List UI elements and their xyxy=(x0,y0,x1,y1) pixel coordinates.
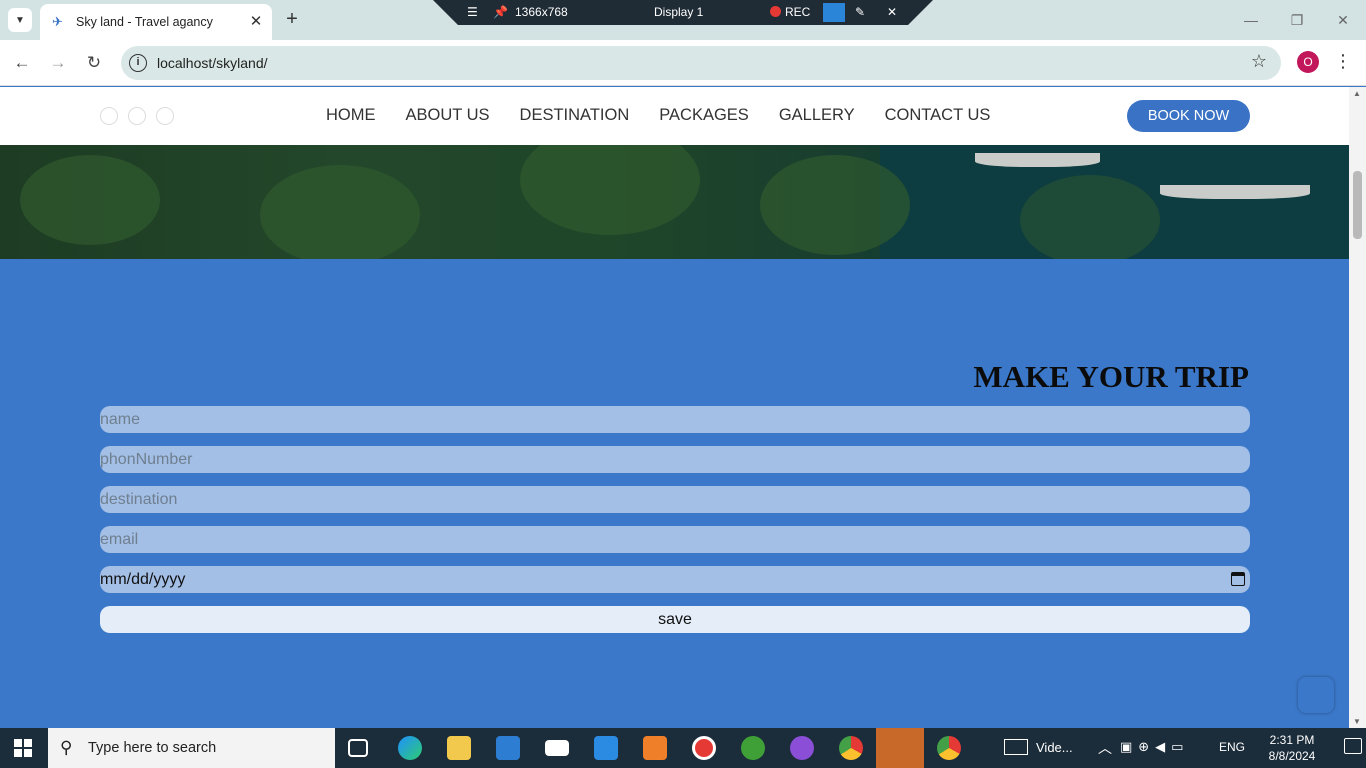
nav-contact-us[interactable]: CONTACT US xyxy=(885,106,991,125)
pencil-icon[interactable]: ✎ xyxy=(855,5,865,19)
xampp-icon[interactable] xyxy=(643,736,667,760)
task-view-icon[interactable] xyxy=(348,739,368,757)
hero-foliage xyxy=(260,165,420,259)
pin-icon[interactable]: 📌 xyxy=(493,5,508,19)
profile-avatar[interactable]: O xyxy=(1297,51,1319,73)
chrome-profile-icon[interactable] xyxy=(937,736,961,760)
recorder-display[interactable]: Display 1 xyxy=(654,5,703,19)
calendar-icon[interactable] xyxy=(1231,572,1245,586)
store-icon[interactable] xyxy=(496,736,520,760)
address-bar[interactable]: i localhost/skyland/ ☆ xyxy=(121,46,1281,80)
date-placeholder: mm/dd/yyyy xyxy=(100,571,186,588)
taskbar-search-placeholder: Type here to search xyxy=(88,740,217,756)
plane-favicon-icon: ✈ xyxy=(52,14,63,29)
hero-image xyxy=(0,145,1349,259)
page-scrollbar[interactable]: ▲ ▼ xyxy=(1349,87,1366,728)
floating-action-button[interactable] xyxy=(1298,677,1334,713)
main-nav: HOME ABOUT US DESTINATION PACKAGES GALLE… xyxy=(326,106,1020,125)
restore-button[interactable]: ❐ xyxy=(1274,0,1320,40)
destination-input[interactable]: destination xyxy=(100,486,1250,513)
save-button[interactable]: save xyxy=(100,606,1250,633)
hero-foliage xyxy=(760,155,910,255)
record-label: REC xyxy=(785,5,811,19)
hero-foliage xyxy=(1020,175,1160,259)
record-indicator[interactable]: REC xyxy=(770,5,810,19)
clock-date: 8/8/2024 xyxy=(1268,749,1316,763)
taskbar: ⚲ Type here to search Vide... ︿ ▣⊕◀▭ ENG… xyxy=(0,728,1366,768)
language-indicator[interactable]: ENG xyxy=(1219,740,1245,754)
social-circle-icon[interactable] xyxy=(128,107,146,125)
nav-destination[interactable]: DESTINATION xyxy=(520,106,630,125)
mongodb-icon[interactable] xyxy=(741,736,765,760)
edge-icon[interactable] xyxy=(398,736,422,760)
system-status-icons[interactable]: ▣⊕◀▭ xyxy=(1120,739,1189,755)
hero-foliage xyxy=(520,145,700,235)
social-circle-icon[interactable] xyxy=(156,107,174,125)
scroll-up-arrow-icon[interactable]: ▲ xyxy=(1353,89,1361,98)
scrollbar-thumb[interactable] xyxy=(1353,171,1362,239)
browser-tab[interactable]: ✈ Sky land - Travel agancy ✕ xyxy=(40,4,272,40)
site-info-icon[interactable]: i xyxy=(129,54,147,72)
file-explorer-icon[interactable] xyxy=(447,736,471,760)
record-dot-icon xyxy=(770,6,781,17)
hero-boat xyxy=(1160,185,1310,199)
tab-title: Sky land - Travel agancy xyxy=(76,15,213,29)
scroll-down-arrow-icon[interactable]: ▼ xyxy=(1353,717,1361,726)
book-now-button[interactable]: BOOK NOW xyxy=(1127,100,1250,132)
camera-icon[interactable] xyxy=(823,3,845,22)
phone-input[interactable]: phonNumber xyxy=(100,446,1250,473)
name-input[interactable]: name xyxy=(100,406,1250,433)
social-circle-icon[interactable] xyxy=(100,107,118,125)
nav-home[interactable]: HOME xyxy=(326,106,376,125)
site-header: HOME ABOUT US DESTINATION PACKAGES GALLE… xyxy=(0,87,1349,145)
video-app-icon[interactable] xyxy=(1004,739,1028,755)
recorder-toolbar: ☰ 📌 1366x768 Display 1 REC ✎ ✕ xyxy=(433,0,933,25)
form-title: MAKE YOUR TRIP xyxy=(973,359,1249,394)
clock-time: 2:31 PM xyxy=(1269,733,1315,747)
taskbar-search[interactable]: ⚲ Type here to search xyxy=(48,728,335,768)
vscode-icon[interactable] xyxy=(594,736,618,760)
browser-toolbar: ← → ↻ i localhost/skyland/ ☆ O ⋮ xyxy=(0,40,1366,86)
minimize-button[interactable]: — xyxy=(1228,0,1274,40)
tab-close-icon[interactable]: ✕ xyxy=(246,12,266,32)
close-window-button[interactable]: ✕ xyxy=(1320,0,1366,40)
active-app-icon[interactable] xyxy=(876,728,924,768)
recorder-menu-icon[interactable]: ☰ xyxy=(467,5,478,19)
tray-chevron-icon[interactable]: ︿ xyxy=(1098,738,1112,758)
video-app-label[interactable]: Vide... xyxy=(1036,740,1073,755)
reload-button[interactable]: ↻ xyxy=(82,52,106,74)
forward-button[interactable]: → xyxy=(46,52,70,74)
window-controls: — ❐ ✕ xyxy=(1228,0,1366,40)
clock[interactable]: 2:31 PM 8/8/2024 xyxy=(1262,732,1322,764)
back-button[interactable]: ← xyxy=(10,52,34,74)
url-text[interactable]: localhost/skyland/ xyxy=(157,55,268,71)
recorder-resolution: 1366x768 xyxy=(515,5,568,19)
mail-icon[interactable] xyxy=(545,740,569,756)
tab-search-button[interactable]: ▼ xyxy=(8,8,32,32)
bookmark-star-icon[interactable]: ☆ xyxy=(1251,51,1267,72)
nav-about-us[interactable]: ABOUT US xyxy=(406,106,490,125)
search-icon: ⚲ xyxy=(60,738,73,757)
nav-gallery[interactable]: GALLERY xyxy=(779,106,855,125)
date-input[interactable]: mm/dd/yyyy xyxy=(100,566,1250,593)
email-input[interactable]: email xyxy=(100,526,1250,553)
hero-foliage xyxy=(20,155,160,245)
recorder-close-icon[interactable]: ✕ xyxy=(887,5,897,19)
booking-section: MAKE YOUR TRIP name phonNumber destinati… xyxy=(0,259,1349,728)
github-desktop-icon[interactable] xyxy=(790,736,814,760)
new-tab-button[interactable]: + xyxy=(282,8,302,32)
hero-boat xyxy=(975,153,1100,167)
browser-menu-icon[interactable]: ⋮ xyxy=(1334,51,1352,72)
recorder-app-icon[interactable] xyxy=(692,736,716,760)
notifications-icon[interactable] xyxy=(1344,738,1362,754)
nav-packages[interactable]: PACKAGES xyxy=(659,106,749,125)
chrome-icon[interactable] xyxy=(839,736,863,760)
windows-start-icon[interactable] xyxy=(14,739,32,757)
